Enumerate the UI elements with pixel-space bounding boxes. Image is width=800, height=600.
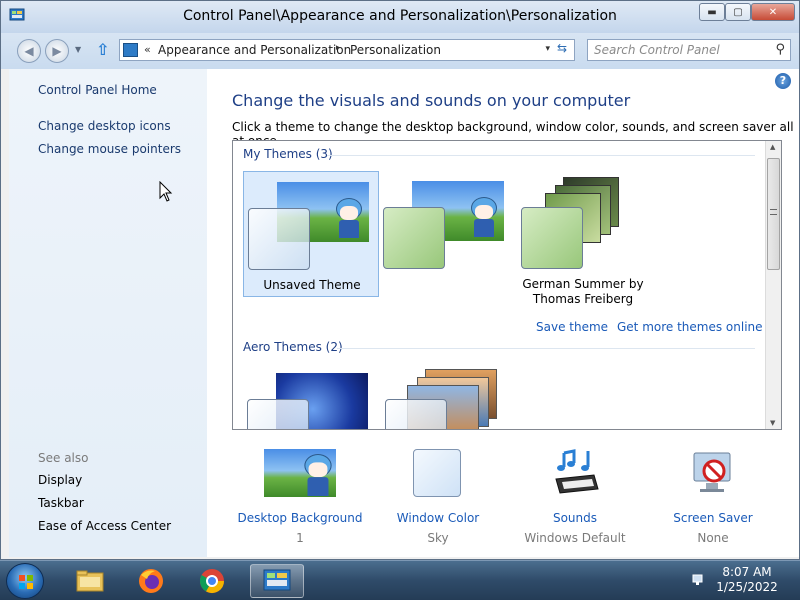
window-color-swatch <box>413 449 461 497</box>
page-title: Change the visuals and sounds on your co… <box>232 91 631 110</box>
chrome-icon <box>199 569 224 594</box>
group-divider <box>327 155 755 156</box>
theme-list[interactable]: My Themes (3) Unsaved Theme German Summe… <box>232 140 782 430</box>
address-dropdown-icon[interactable]: ▾ <box>545 44 550 54</box>
system-clock[interactable]: 8:07 AM 1/25/2022 <box>712 565 782 595</box>
control-panel-taskbar-button[interactable] <box>250 564 304 598</box>
clock-date: 1/25/2022 <box>716 580 778 594</box>
window-title: Control Panel\Appearance and Personaliza… <box>183 8 617 24</box>
refresh-icon[interactable]: ⇆ <box>552 41 572 59</box>
sounds-value: Windows Default <box>524 531 626 545</box>
scroll-down-icon[interactable]: ▼ <box>770 419 775 427</box>
up-arrow-icon[interactable]: ⇧ <box>96 40 114 60</box>
navigation-bar: ◀ ▶ ▼ ⇧ « Appearance and Personalization… <box>1 33 799 69</box>
screen-saver-label[interactable]: Screen Saver <box>648 511 778 525</box>
window-color-label[interactable]: Window Color <box>373 511 503 525</box>
explorer-icon <box>76 570 104 592</box>
aero-theme-2[interactable] <box>379 363 515 429</box>
taskbar-link[interactable]: Taskbar <box>38 496 84 510</box>
window-color-swatch <box>247 399 309 429</box>
mouse-cursor-icon <box>159 181 173 202</box>
window-color-value: Sky <box>427 531 449 545</box>
aero-theme-1[interactable] <box>243 363 379 429</box>
close-button[interactable]: ✕ <box>751 3 795 21</box>
screen-saver-value: None <box>697 531 729 545</box>
recent-pages-dropdown-icon[interactable]: ▼ <box>75 45 81 54</box>
maximize-button[interactable]: ▢ <box>725 3 751 21</box>
breadcrumb-separator-icon[interactable]: ▸ <box>336 43 341 53</box>
control-panel-icon <box>263 569 291 591</box>
aero-themes-header: Aero Themes (2) <box>243 340 343 354</box>
back-button[interactable]: ◀ <box>17 39 41 63</box>
explorer-taskbar-button[interactable] <box>66 564 114 598</box>
breadcrumb-appearance[interactable]: Appearance and Personalization <box>158 43 351 57</box>
firefox-icon <box>139 569 163 593</box>
screen-saver-icon <box>693 452 731 492</box>
theme-label-line2: Thomas Freiberg <box>532 292 634 306</box>
control-panel-window: Control Panel\Appearance and Personaliza… <box>0 0 800 560</box>
minimize-button[interactable]: ▬ <box>699 3 725 21</box>
theme-unsaved[interactable]: Unsaved Theme <box>243 171 379 297</box>
theme-label: Unsaved Theme <box>263 278 361 292</box>
my-themes-header: My Themes (3) <box>243 147 333 161</box>
left-pane: Control Panel Home Change desktop icons … <box>9 69 207 557</box>
get-more-themes-link[interactable]: Get more themes online <box>617 320 763 334</box>
sounds-label[interactable]: Sounds <box>510 511 640 525</box>
search-placeholder: Search Control Panel <box>594 43 720 57</box>
help-icon[interactable]: ? <box>775 73 791 89</box>
group-divider <box>337 348 755 349</box>
theme-list-scrollbar[interactable]: ▲ ▼ <box>765 141 781 429</box>
desktop-background-label[interactable]: Desktop Background <box>235 511 365 525</box>
taskbar: 8:07 AM 1/25/2022 <box>0 560 800 600</box>
desktop-background-value: 1 <box>296 531 304 545</box>
window-color-swatch <box>385 399 447 429</box>
character-image <box>332 198 366 238</box>
character-image <box>467 197 501 237</box>
window-color-swatch <box>383 207 445 269</box>
save-theme-link[interactable]: Save theme <box>536 320 608 334</box>
sounds-icon <box>555 449 599 494</box>
chrome-taskbar-button[interactable] <box>188 564 236 598</box>
clock-time: 8:07 AM <box>722 565 772 579</box>
theme-2[interactable] <box>379 171 515 297</box>
theme-label-line1: German Summer by <box>522 277 644 291</box>
breadcrumb-personalization[interactable]: Personalization <box>350 43 441 57</box>
theme-german-summer[interactable]: German Summer by Thomas Freiberg <box>515 171 651 306</box>
see-also-heading: See also <box>38 451 89 465</box>
scroll-up-icon[interactable]: ▲ <box>770 143 775 151</box>
search-icon[interactable]: ⚲ <box>775 42 785 57</box>
window-color-swatch <box>248 208 310 270</box>
firefox-taskbar-button[interactable] <box>127 564 175 598</box>
address-overflow-icon[interactable]: « <box>144 43 151 56</box>
title-bar[interactable]: Control Panel\Appearance and Personaliza… <box>1 1 799 33</box>
change-mouse-pointers-link[interactable]: Change mouse pointers <box>38 142 181 156</box>
control-panel-home-link[interactable]: Control Panel Home <box>38 83 157 97</box>
forward-button[interactable]: ▶ <box>45 39 69 63</box>
search-input[interactable]: Search Control Panel ⚲ <box>587 39 791 61</box>
character-image <box>300 454 336 496</box>
address-bar[interactable]: « Appearance and Personalization ▸ Perso… <box>119 39 575 61</box>
change-desktop-icons-link[interactable]: Change desktop icons <box>38 119 171 133</box>
ease-of-access-link[interactable]: Ease of Access Center <box>38 519 171 533</box>
start-button[interactable] <box>6 563 44 599</box>
display-link[interactable]: Display <box>38 473 82 487</box>
network-icon[interactable] <box>692 573 706 587</box>
control-panel-icon <box>123 43 138 57</box>
main-content: ? Change the visuals and sounds on your … <box>207 69 799 557</box>
window-color-swatch <box>521 207 583 269</box>
scrollbar-thumb[interactable] <box>767 158 780 270</box>
windows-logo-icon <box>19 575 33 589</box>
